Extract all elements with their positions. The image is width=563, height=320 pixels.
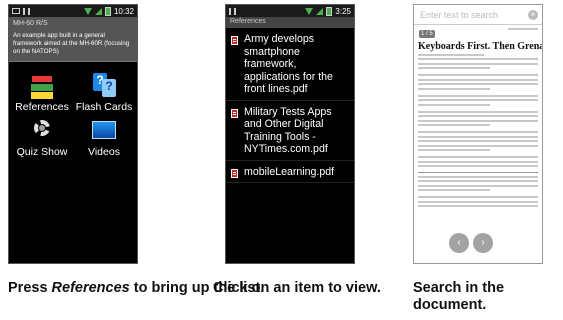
menu-item-flash-cards[interactable]: Flash Cards bbox=[73, 72, 135, 113]
text-line bbox=[418, 189, 490, 191]
text-line bbox=[418, 83, 538, 85]
menu-item-references[interactable]: References bbox=[11, 72, 73, 113]
text-line bbox=[418, 149, 490, 151]
text-line bbox=[418, 124, 490, 126]
text-line bbox=[418, 78, 538, 81]
status-time: 10:32 bbox=[113, 6, 134, 16]
phone-screen-document: × 1 / 5 Keyboards First. Then Grenades. bbox=[413, 4, 543, 264]
text-line bbox=[418, 196, 538, 198]
reference-item-label: Military Tests Apps and Other Digital Tr… bbox=[244, 105, 332, 156]
references-title: References bbox=[226, 17, 354, 28]
document-header bbox=[418, 28, 538, 33]
phone-screen-menu: 10:32 MH-60 R/S An example app built in … bbox=[8, 4, 138, 264]
text-line bbox=[418, 131, 538, 133]
books-icon bbox=[29, 72, 55, 98]
text-line bbox=[418, 165, 538, 167]
text-line bbox=[418, 140, 538, 142]
text-line bbox=[418, 205, 538, 207]
page-indicator: 1 / 5 bbox=[419, 30, 435, 38]
signal-icon bbox=[316, 7, 324, 15]
text-line bbox=[418, 53, 484, 56]
pdf-icon bbox=[231, 36, 238, 45]
phone-screen-references: 3:25 References Army develops smartphone… bbox=[225, 4, 355, 264]
text-line bbox=[418, 144, 538, 147]
text-line bbox=[418, 184, 538, 187]
search-bar: × bbox=[414, 5, 542, 25]
text-line bbox=[418, 160, 538, 163]
app-description: An example app built in a general framew… bbox=[9, 30, 137, 62]
usb-icon bbox=[23, 7, 25, 15]
previous-page-button[interactable]: ‹ bbox=[449, 233, 469, 253]
text-line bbox=[418, 74, 538, 76]
status-time: 3:25 bbox=[335, 6, 351, 16]
signal-icon bbox=[94, 7, 102, 15]
wifi-icon bbox=[83, 7, 92, 15]
menu-item-label: Quiz Show bbox=[16, 146, 68, 158]
reference-item[interactable]: mobileLearning.pdf bbox=[226, 161, 354, 183]
document-title: Keyboards First. Then Grenades. bbox=[418, 40, 542, 52]
pdf-icon bbox=[231, 108, 238, 118]
text-line bbox=[418, 87, 490, 90]
caption-emphasis: References bbox=[51, 280, 130, 296]
video-icon bbox=[91, 117, 117, 143]
reference-item-label: mobileLearning.pdf bbox=[244, 165, 335, 178]
reference-item[interactable]: Army develops smartphone framework, appl… bbox=[226, 28, 354, 101]
menu-item-label: Videos bbox=[88, 146, 120, 158]
text-line bbox=[418, 135, 538, 138]
text-line bbox=[418, 67, 490, 69]
text-line bbox=[418, 103, 490, 106]
menu-item-videos[interactable]: Videos bbox=[73, 117, 135, 158]
text-line bbox=[418, 115, 538, 117]
menu-grid: References Flash Cards Quiz Show Videos bbox=[9, 62, 137, 158]
page-navigation: ‹ › bbox=[449, 233, 493, 253]
reference-item-label: Army develops smartphone framework, appl… bbox=[244, 33, 333, 95]
battery-icon bbox=[104, 6, 111, 16]
next-page-button[interactable]: › bbox=[473, 233, 493, 253]
page-divider bbox=[418, 172, 538, 173]
text-line bbox=[418, 110, 538, 113]
menu-item-label: References bbox=[15, 101, 69, 113]
text-line bbox=[418, 175, 538, 178]
text-line bbox=[418, 119, 538, 122]
usb-icon bbox=[229, 7, 231, 15]
text-line bbox=[418, 99, 538, 101]
quiz-show-icon bbox=[29, 117, 55, 143]
text-line bbox=[418, 156, 538, 158]
usb-debug-icon bbox=[28, 7, 30, 15]
search-input[interactable] bbox=[418, 8, 522, 21]
status-bar: 10:32 bbox=[9, 5, 137, 17]
status-bar: 3:25 bbox=[226, 5, 354, 17]
usb-debug-icon bbox=[234, 7, 236, 15]
caption-click-item: Click on an item to view. bbox=[213, 280, 381, 296]
text-line bbox=[418, 180, 538, 182]
menu-item-quiz-show[interactable]: Quiz Show bbox=[11, 117, 73, 158]
text-line bbox=[418, 58, 538, 60]
text-line bbox=[418, 62, 538, 65]
reference-item[interactable]: Military Tests Apps and Other Digital Tr… bbox=[226, 101, 354, 161]
caption-search-document: Search in the document. bbox=[413, 280, 505, 313]
battery-icon bbox=[326, 6, 333, 16]
mail-icon bbox=[12, 8, 20, 14]
pdf-icon bbox=[231, 168, 238, 178]
app-title: MH-60 R/S bbox=[9, 17, 137, 30]
document-view[interactable]: 1 / 5 Keyboards First. Then Grenades. bbox=[414, 25, 542, 263]
caption-text: Press bbox=[8, 280, 52, 296]
flash-cards-icon bbox=[91, 72, 117, 98]
text-line bbox=[418, 200, 538, 203]
menu-item-label: Flash Cards bbox=[75, 101, 133, 113]
header-line bbox=[508, 28, 538, 30]
text-line bbox=[418, 94, 538, 97]
clear-search-icon[interactable]: × bbox=[528, 9, 538, 20]
wifi-icon bbox=[305, 7, 314, 15]
